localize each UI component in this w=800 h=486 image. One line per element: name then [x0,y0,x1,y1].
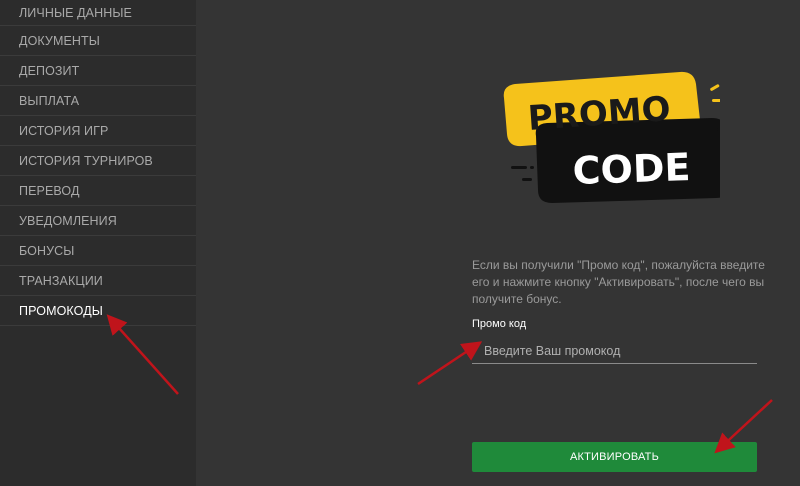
sidebar-item-label: ДЕПОЗИТ [19,63,80,78]
sidebar-item-promocodes[interactable]: ПРОМОКОДЫ [0,296,196,326]
sidebar-item-label: ВЫПЛАТА [19,93,80,108]
promo-description: Если вы получили "Промо код", пожалуйста… [472,258,765,306]
sidebar-item-transactions[interactable]: ТРАНЗАКЦИИ [0,266,196,296]
sidebar-item-label: ИСТОРИЯ ТУРНИРОВ [19,153,153,168]
sidebar-item-tournament-history[interactable]: ИСТОРИЯ ТУРНИРОВ [0,146,196,176]
promo-code-logo: PROMO CODE [503,71,720,203]
logo-line2: CODE [572,145,691,193]
sidebar-item-bonuses[interactable]: БОНУСЫ [0,236,196,266]
sidebar-item-withdrawal[interactable]: ВЫПЛАТА [0,86,196,116]
sidebar-item-transfer[interactable]: ПЕРЕВОД [0,176,196,206]
arrow-icon [417,341,483,386]
sidebar-item-documents[interactable]: ДОКУМЕНТЫ [0,26,196,56]
sidebar-item-notifications[interactable]: УВЕДОМЛЕНИЯ [0,206,196,236]
promo-code-input[interactable] [472,338,757,364]
sidebar-item-label: ДОКУМЕНТЫ [19,33,100,48]
sidebar-item-label: ИСТОРИЯ ИГР [19,123,109,138]
sidebar-item-label: ЛИЧНЫЕ ДАННЫЕ [19,5,132,20]
promo-code-label: Промо код [472,318,527,330]
sidebar: ЛИЧНЫЕ ДАННЫЕ ДОКУМЕНТЫ ДЕПОЗИТ ВЫПЛАТА … [0,0,196,486]
sidebar-item-label: УВЕДОМЛЕНИЯ [19,213,117,228]
sidebar-item-deposit[interactable]: ДЕПОЗИТ [0,56,196,86]
sidebar-item-label: ТРАНЗАКЦИИ [19,273,103,288]
activate-button[interactable]: АКТИВИРОВАТЬ [472,442,757,472]
sidebar-item-personal-data[interactable]: ЛИЧНЫЕ ДАННЫЕ [0,0,196,26]
sidebar-item-label: ПЕРЕВОД [19,183,80,198]
sidebar-item-label: БОНУСЫ [19,243,75,258]
sidebar-item-game-history[interactable]: ИСТОРИЯ ИГР [0,116,196,146]
sidebar-item-label: ПРОМОКОДЫ [19,303,103,318]
